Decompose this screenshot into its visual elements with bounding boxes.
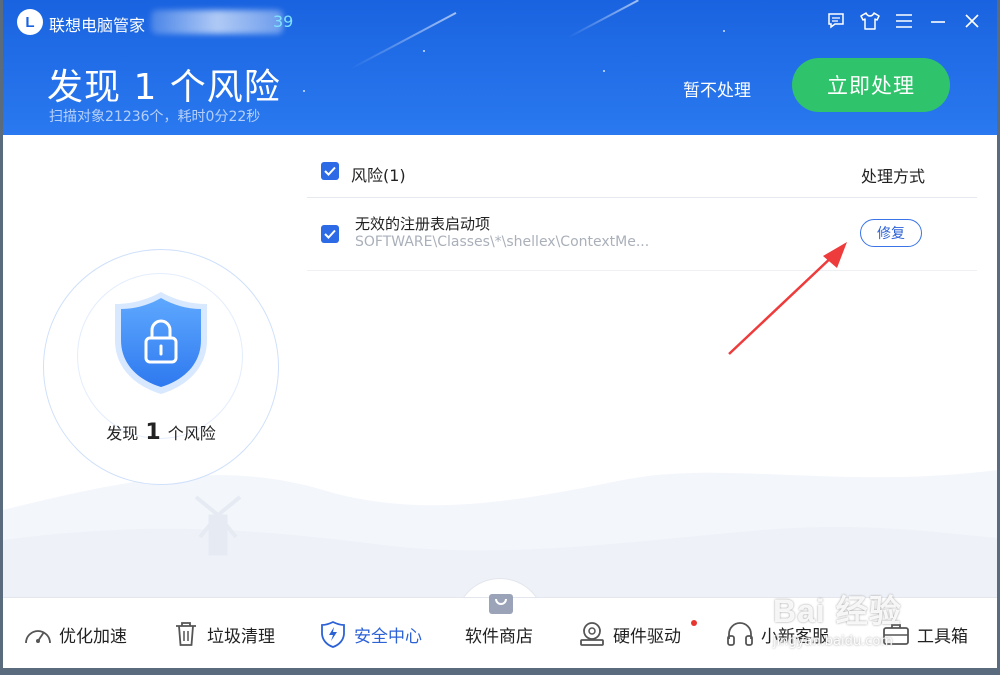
nav-label: 优化加速 (59, 626, 127, 647)
nav-store[interactable]: 软件商店 (465, 620, 533, 648)
minimize-icon[interactable] (927, 10, 949, 32)
window-controls (825, 10, 983, 32)
nav-optimize[interactable]: 优化加速 (23, 620, 127, 648)
feedback-icon[interactable] (825, 10, 847, 32)
summary-found-text: 发现 1 个风险 (43, 420, 279, 445)
item-path: SOFTWARE\Classes\*\shellex\ContextMe... (355, 234, 650, 250)
nav-security[interactable]: 安全中心 (318, 620, 422, 648)
nav-label: 软件商店 (465, 626, 533, 647)
nav-label: 工具箱 (917, 626, 968, 647)
menu-icon[interactable] (893, 10, 915, 32)
item-name: 无效的注册表启动项 (355, 215, 491, 233)
baidu-watermark: Bai 经验 (773, 593, 902, 629)
nav-label: 安全中心 (354, 626, 422, 647)
skin-shirt-icon[interactable] (859, 10, 881, 32)
risk-count-label: 风险(1) (351, 166, 406, 185)
decor-star (423, 50, 425, 52)
page-headline: 发现 1 个风险 (47, 67, 281, 108)
summary-prefix: 发现 (106, 424, 139, 443)
lock-shield-icon (115, 292, 207, 394)
app-logo-icon: L (17, 9, 43, 35)
nav-cleanup[interactable]: 垃圾清理 (171, 620, 275, 648)
decor-star (303, 90, 305, 92)
redacted-account-id (151, 10, 283, 34)
speedometer-icon (23, 620, 53, 648)
decor-streak (567, 0, 639, 39)
decor-star (723, 30, 725, 32)
app-title: 联想电脑管家 (49, 16, 146, 35)
item-checkbox[interactable] (321, 225, 339, 243)
fix-now-button[interactable]: 立即处理 (792, 58, 950, 112)
hardware-alert-dot (691, 620, 697, 626)
app-window: L 联想电脑管家 39 发现 1 个风险 扫描对象21236个，耗时0分22秒 … (3, 0, 997, 668)
close-icon[interactable] (961, 10, 983, 32)
nav-label: 垃圾清理 (207, 626, 275, 647)
header-banner: L 联想电脑管家 39 发现 1 个风险 扫描对象21236个，耗时0分22秒 … (3, 0, 997, 135)
nav-label: 硬件驱动 (613, 626, 681, 647)
trash-icon (171, 620, 201, 648)
hardware-icon (577, 620, 607, 648)
ignore-button[interactable]: 暂不处理 (683, 76, 751, 101)
headset-icon (725, 620, 755, 648)
repair-button[interactable]: 修复 (860, 219, 922, 247)
scan-info: 扫描对象21236个，耗时0分22秒 (49, 109, 261, 125)
store-bag-icon[interactable] (487, 588, 515, 616)
account-id-suffix: 39 (273, 12, 294, 31)
nav-hardware[interactable]: 硬件驱动 (577, 620, 681, 648)
decor-star (603, 70, 605, 72)
select-all-checkbox[interactable] (321, 162, 339, 180)
annotation-arrow (728, 242, 847, 355)
list-item: 无效的注册表启动项 SOFTWARE\Classes\*\shellex\Con… (307, 199, 977, 271)
risk-list-header: 风险(1) 处理方式 (307, 152, 977, 198)
summary-suffix: 个风险 (167, 424, 216, 443)
decor-streak (349, 11, 457, 71)
shield-icon (318, 620, 348, 648)
baidu-watermark-url: jingyan.baidu.com (773, 634, 893, 649)
summary-count: 1 (145, 420, 161, 445)
method-column-header: 处理方式 (860, 167, 925, 186)
